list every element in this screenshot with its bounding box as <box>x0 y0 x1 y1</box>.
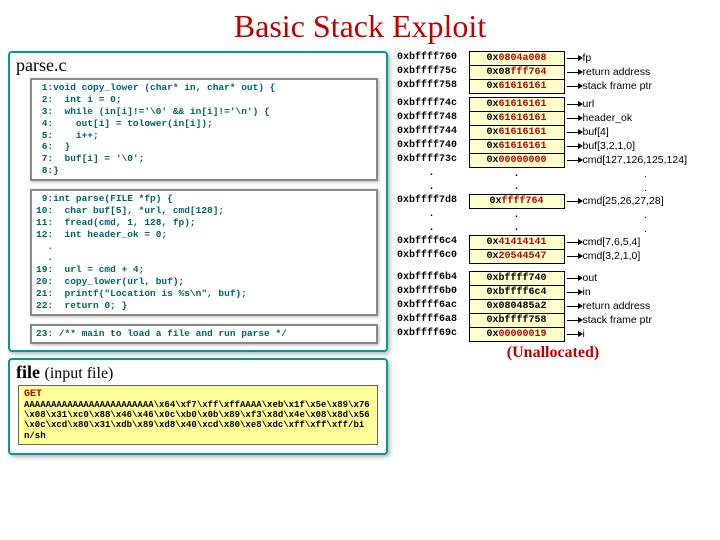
stack-addr: 0xbffff69c <box>394 328 469 342</box>
code-box-1: 1:void copy_lower (char* in, char* out) … <box>30 78 378 181</box>
stack-cell: 0x61616161 <box>469 112 564 126</box>
stack-cell: 0x080485a2 <box>469 300 564 314</box>
file-header-b: (input file) <box>45 365 114 382</box>
stack-label: cmd[127,126,125,124] <box>564 154 712 168</box>
stack-label: buf[3,2,1,0] <box>564 140 712 154</box>
stack-addr: 0xbffff744 <box>394 126 469 140</box>
stack-cell: 0x61616161 <box>469 98 564 112</box>
stack-label: fp <box>564 52 712 66</box>
stack-addr: 0xbffff748 <box>394 112 469 126</box>
stack-cell: 0xbffff6c4 <box>469 286 564 300</box>
stack-addr: 0xbffff6a8 <box>394 314 469 328</box>
code-box-3: 23: /** main to load a file and run pars… <box>30 324 378 344</box>
stack-cell: 0x0804a008 <box>469 52 564 66</box>
file-card: file (input file) GET AAAAAAAAAAAAAAAAAA… <box>8 358 388 455</box>
stack-cell: 0x61616161 <box>469 80 564 94</box>
content: parse.c 1:void copy_lower (char* in, cha… <box>0 51 720 461</box>
stack-column: 0xbffff7600x0804a008fp 0xbffff75c0x08fff7… <box>394 51 712 461</box>
left-column: parse.c 1:void copy_lower (char* in, cha… <box>8 51 388 461</box>
stack-cell: 0xffff764 <box>469 195 564 209</box>
parse-card: parse.c 1:void copy_lower (char* in, cha… <box>8 51 388 352</box>
stack-label: return address <box>564 300 712 314</box>
stack-label: out <box>564 272 712 286</box>
stack-addr: 0xbffff6c0 <box>394 250 469 264</box>
stack-label: url <box>564 98 712 112</box>
stack-addr: 0xbffff6c4 <box>394 236 469 250</box>
stack-label: i <box>564 328 712 342</box>
stack-cell: 0xbffff740 <box>469 272 564 286</box>
code-parse: 9:int parse(FILE *fp) { 10: char buf[5],… <box>32 191 376 314</box>
stack-cell: 0x20544547 <box>469 250 564 264</box>
stack-cell: 0xbffff758 <box>469 314 564 328</box>
stack-addr: 0xbffff7d8 <box>394 195 469 209</box>
file-header: file (input file) <box>10 360 386 385</box>
hex-box: GET AAAAAAAAAAAAAAAAAAAAAAAA\x64\xf7\xff… <box>18 385 378 445</box>
stack-table: 0xbffff7600x0804a008fp 0xbffff75c0x08fff7… <box>394 51 712 342</box>
stack-cell: 0x61616161 <box>469 126 564 140</box>
slide-title: Basic Stack Exploit <box>0 0 720 51</box>
stack-addr: 0xbffff73c <box>394 154 469 168</box>
stack-addr: 0xbffff6b4 <box>394 272 469 286</box>
stack-addr: 0xbffff758 <box>394 80 469 94</box>
parse-header: parse.c <box>10 53 386 78</box>
stack-label: stack frame ptr <box>564 80 712 94</box>
stack-cell: 0x00000000 <box>469 154 564 168</box>
code-copy-lower: 1:void copy_lower (char* in, char* out) … <box>32 80 376 179</box>
unallocated-label: (Unallocated) <box>394 344 712 362</box>
code-box-2: 9:int parse(FILE *fp) { 10: char buf[5],… <box>30 189 378 316</box>
stack-addr: 0xbffff6b0 <box>394 286 469 300</box>
stack-addr: 0xbffff75c <box>394 66 469 80</box>
file-header-a: file <box>16 362 40 382</box>
stack-cell: 0x61616161 <box>469 140 564 154</box>
code-main-comment: 23: /** main to load a file and run pars… <box>32 326 376 342</box>
stack-label: buf[4] <box>564 126 712 140</box>
hex-body: AAAAAAAAAAAAAAAAAAAAAAAA\x64\xf7\xff\xff… <box>24 400 372 441</box>
stack-addr: 0xbffff740 <box>394 140 469 154</box>
stack-label: in <box>564 286 712 300</box>
stack-addr: 0xbffff6ac <box>394 300 469 314</box>
stack-label: cmd[7,6,5,4] <box>564 236 712 250</box>
stack-cell: 0x41414141 <box>469 236 564 250</box>
stack-cell: 0x08fff764 <box>469 66 564 80</box>
hex-get: GET <box>24 389 372 400</box>
stack-label: header_ok <box>564 112 712 126</box>
stack-label: cmd[25,26,27,28] <box>564 195 712 209</box>
stack-addr: 0xbffff74c <box>394 98 469 112</box>
stack-label: stack frame ptr <box>564 314 712 328</box>
stack-label: cmd[3,2,1,0] <box>564 250 712 264</box>
stack-addr: 0xbffff760 <box>394 52 469 66</box>
stack-label: return address <box>564 66 712 80</box>
stack-cell: 0x00000019 <box>469 328 564 342</box>
